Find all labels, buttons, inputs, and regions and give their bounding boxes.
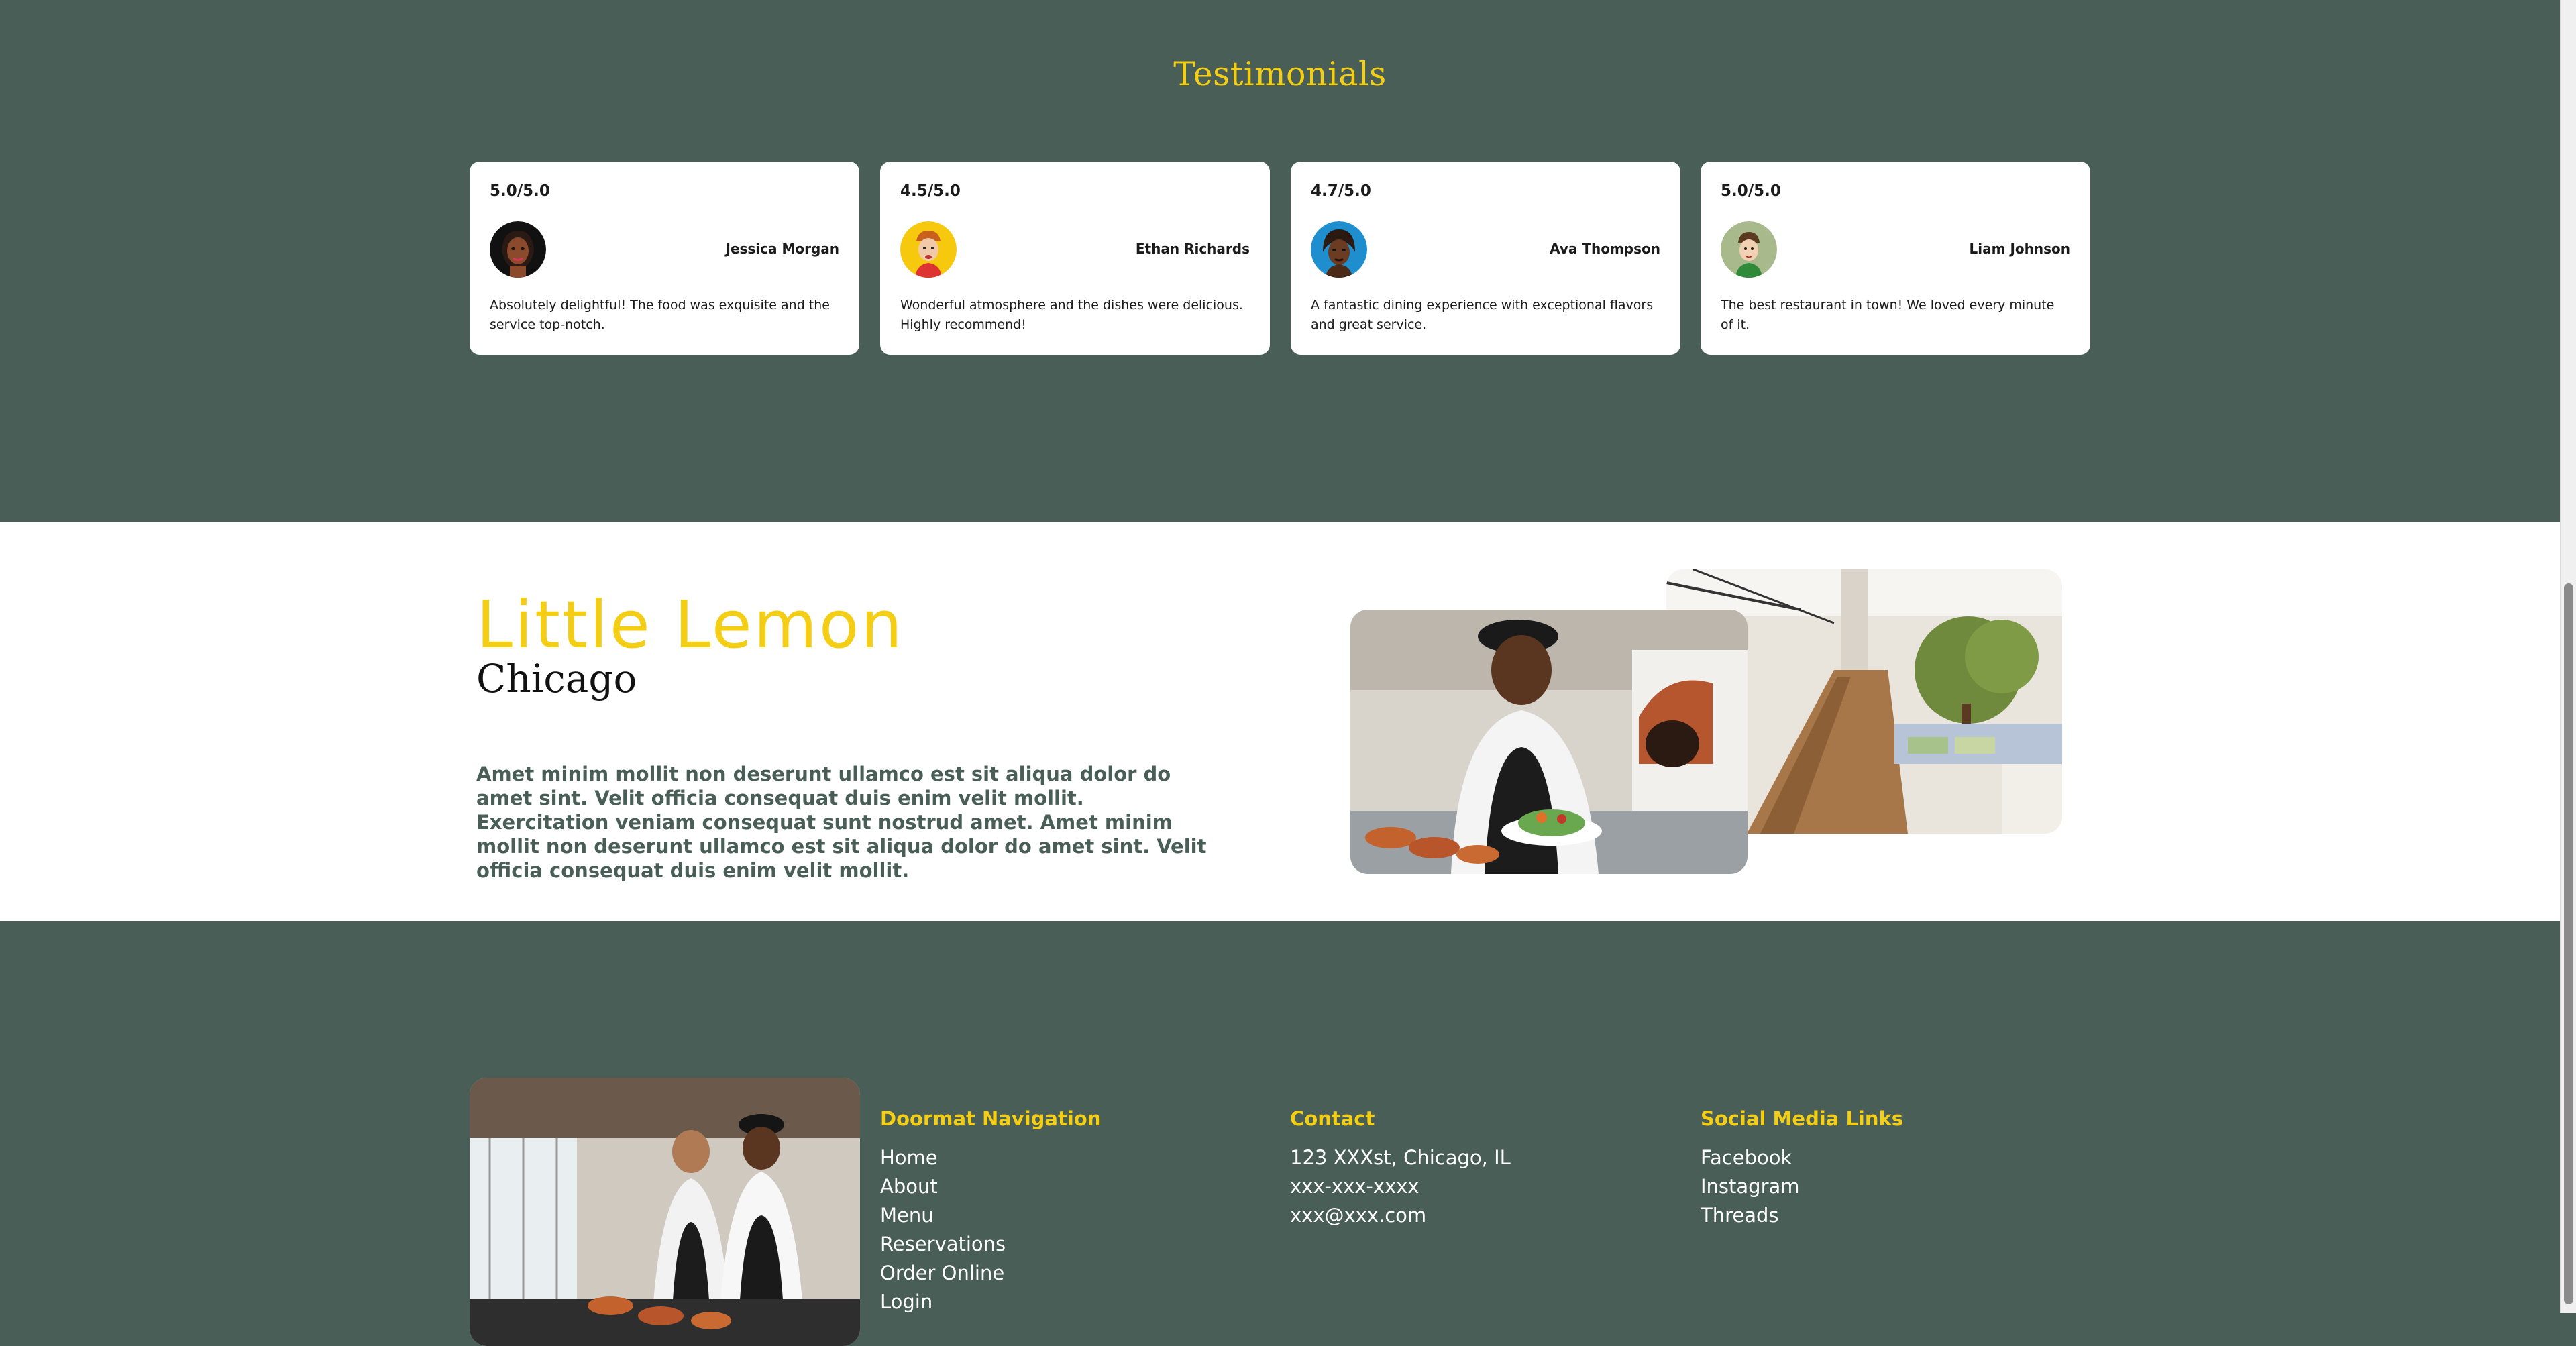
footer-link-login[interactable]: Login bbox=[880, 1288, 1101, 1316]
footer-link-home[interactable]: Home bbox=[880, 1143, 1101, 1172]
testimonial-quote: Wonderful atmosphere and the dishes were… bbox=[900, 298, 1243, 332]
brand-title: Little Lemon bbox=[476, 587, 904, 663]
testimonial-name: Ava Thompson bbox=[1550, 241, 1660, 257]
about-section: Little Lemon Chicago Amet minim mollit n… bbox=[0, 522, 2560, 921]
testimonial-card: 5.0/5.0 Liam Johnson The best restaurant… bbox=[1701, 162, 2090, 355]
man-avatar-icon bbox=[1721, 221, 1777, 278]
contact-email[interactable]: xxx@xxx.com bbox=[1290, 1201, 1511, 1230]
footer-navigation-heading: Doormat Navigation bbox=[880, 1107, 1102, 1130]
city-subtitle: Chicago bbox=[476, 656, 637, 702]
testimonial-card: 4.7/5.0 Ava Thompson A fantastic dining … bbox=[1291, 162, 1680, 355]
footer-link-menu[interactable]: Menu bbox=[880, 1201, 1101, 1230]
footer-contact-heading: Contact bbox=[1290, 1107, 1375, 1130]
contact-phone[interactable]: xxx-xxx-xxxx bbox=[1290, 1172, 1511, 1201]
footer-contact: Contact 123 XXXst, Chicago, IL xxx-xxx-x… bbox=[1290, 1107, 1511, 1230]
footer-link-about[interactable]: About bbox=[880, 1172, 1101, 1201]
social-link-threads[interactable]: Threads bbox=[1701, 1201, 1903, 1230]
footer: Doormat Navigation Home About Menu Reser… bbox=[0, 921, 2560, 1346]
testimonial-quote: A fantastic dining experience with excep… bbox=[1311, 298, 1654, 332]
man-avatar-icon bbox=[900, 221, 957, 278]
testimonial-card: 5.0/5.0 Jessica Morgan Absolutely deligh… bbox=[470, 162, 859, 355]
testimonial-name: Jessica Morgan bbox=[725, 241, 839, 257]
vertical-scrollbar[interactable] bbox=[2560, 0, 2576, 1313]
woman-avatar-icon bbox=[1311, 221, 1367, 278]
testimonial-rating: 4.5/5.0 bbox=[900, 182, 961, 200]
testimonial-quote: The best restaurant in town! We loved ev… bbox=[1721, 298, 2055, 332]
testimonial-card: 4.5/5.0 Ethan Richards Wonderful atmosph… bbox=[880, 162, 1270, 355]
testimonial-name: Liam Johnson bbox=[1969, 241, 2070, 257]
testimonial-rating: 5.0/5.0 bbox=[490, 182, 550, 200]
testimonial-rating: 5.0/5.0 bbox=[1721, 182, 1781, 200]
testimonials-section: Testimonials 5.0/5.0 Jessica Morgan Abso… bbox=[0, 0, 2560, 522]
woman-avatar-icon bbox=[490, 221, 546, 278]
social-link-instagram[interactable]: Instagram bbox=[1701, 1172, 1903, 1201]
about-description: Amet minim mollit non deserunt ullamco e… bbox=[476, 763, 1207, 882]
social-link-facebook[interactable]: Facebook bbox=[1701, 1143, 1903, 1172]
testimonial-rating: 4.7/5.0 bbox=[1311, 182, 1371, 200]
scrollbar-thumb[interactable] bbox=[2564, 583, 2573, 1304]
footer-social-heading: Social Media Links bbox=[1701, 1107, 1904, 1130]
testimonials-title: Testimonials bbox=[1173, 55, 1387, 93]
footer-link-reservations[interactable]: Reservations bbox=[880, 1230, 1101, 1259]
contact-address: 123 XXXst, Chicago, IL bbox=[1290, 1146, 1511, 1169]
testimonial-quote: Absolutely delightful! The food was exqu… bbox=[490, 298, 830, 332]
footer-navigation: Doormat Navigation Home About Menu Reser… bbox=[880, 1107, 1101, 1316]
footer-social: Social Media Links Facebook Instagram Th… bbox=[1701, 1107, 1903, 1230]
testimonial-name: Ethan Richards bbox=[1135, 241, 1250, 257]
chef-plating-image bbox=[1350, 610, 1748, 874]
chefs-kitchen-image bbox=[470, 1078, 860, 1346]
footer-link-order-online[interactable]: Order Online bbox=[880, 1259, 1101, 1288]
